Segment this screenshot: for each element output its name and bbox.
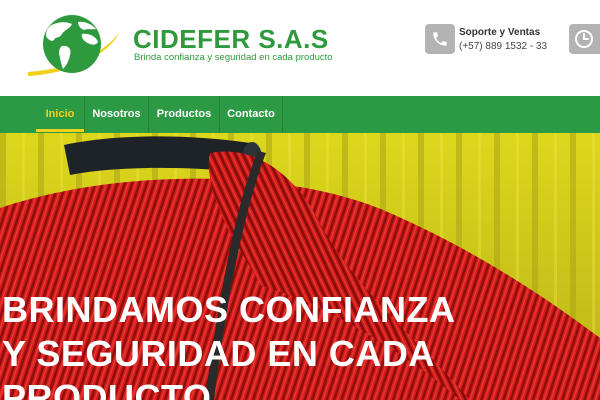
contact-title: Soporte y Ventas	[459, 27, 541, 38]
nav-item-nosotros[interactable]: Nosotros	[85, 96, 148, 133]
brand-tagline: Brinda confianza y seguridad en cada pro…	[134, 52, 333, 63]
globe-logo[interactable]	[26, 12, 122, 78]
nav-divider	[282, 96, 283, 133]
active-indicator	[36, 129, 84, 132]
brand-name[interactable]: CIDEFER S.A.S	[133, 26, 329, 52]
hero-line-1: BRINDAMOS CONFIANZA	[2, 289, 456, 330]
site-header: CIDEFER S.A.S Brinda confianza y segurid…	[0, 0, 600, 96]
nav-item-inicio[interactable]: Inicio	[36, 96, 84, 133]
clock-icon	[569, 24, 600, 54]
main-nav: Inicio Nosotros Productos Contacto	[0, 96, 600, 133]
nav-item-contacto[interactable]: Contacto	[220, 96, 282, 133]
hero-heading: BRINDAMOS CONFIANZA Y SEGURIDAD EN CADA PR…	[2, 288, 455, 400]
contact-phone[interactable]: (+57) 889 1532 - 33	[459, 41, 547, 52]
hero-banner: BRINDAMOS CONFIANZA Y SEGURIDAD EN CADA PR…	[0, 133, 600, 400]
hero-line-2: Y SEGURIDAD EN CADA	[2, 333, 435, 374]
nav-item-productos[interactable]: Productos	[149, 96, 219, 133]
phone-icon	[425, 24, 455, 54]
hero-line-3: PRODUCTO	[2, 377, 212, 400]
